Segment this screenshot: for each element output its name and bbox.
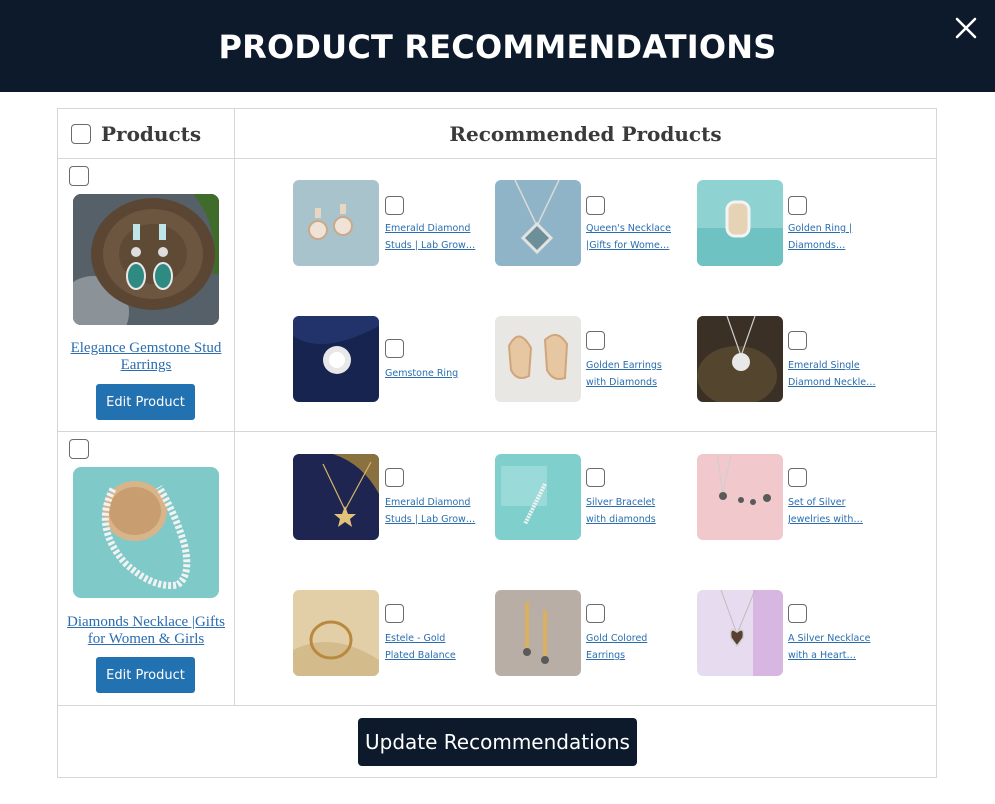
row-divider: [58, 158, 936, 159]
column-divider: [234, 109, 235, 706]
modal-title: PRODUCT RECOMMENDATIONS: [218, 28, 777, 66]
product-image: [73, 467, 219, 598]
recommendation-checkbox[interactable]: [586, 331, 605, 350]
recommendation-image: [697, 454, 783, 540]
recommendation-link[interactable]: Silver Bracelet with diamonds: [586, 494, 678, 528]
recommendation-image: [495, 180, 581, 266]
recommendation-checkbox[interactable]: [788, 331, 807, 350]
recommendation-image: [293, 316, 379, 402]
recommendation-checkbox[interactable]: [788, 604, 807, 623]
product-checkbox[interactable]: [69, 166, 89, 186]
recommendation-checkbox[interactable]: [385, 196, 404, 215]
recommendation-link[interactable]: Golden Earrings with Diamonds: [586, 357, 678, 391]
recommendation-link[interactable]: Set of Silver Jewelries with…: [788, 494, 880, 528]
edit-product-button[interactable]: Edit Product: [96, 657, 195, 693]
recommendation-image: [293, 454, 379, 540]
recommendation-link[interactable]: Emerald Diamond Studs | Lab Grow…: [385, 494, 477, 528]
close-icon: [955, 17, 977, 39]
recommendation-link[interactable]: Golden Ring | Diamonds…: [788, 220, 880, 254]
edit-product-button[interactable]: Edit Product: [96, 384, 195, 420]
products-column-header: Products: [101, 122, 202, 146]
recommendation-checkbox[interactable]: [385, 604, 404, 623]
recommendation-image: [697, 180, 783, 266]
recommendation-link[interactable]: Emerald Diamond Studs | Lab Grow…: [385, 220, 477, 254]
recommended-column-header: Recommended Products: [449, 122, 722, 146]
recommendation-link[interactable]: Gold Colored Earrings: [586, 630, 678, 664]
recommendation-image: [697, 590, 783, 676]
recommendation-image: [495, 590, 581, 676]
recommendation-checkbox[interactable]: [385, 468, 404, 487]
recommendation-link[interactable]: Emerald Single Diamond Neckle…: [788, 357, 880, 391]
recommendation-checkbox[interactable]: [586, 468, 605, 487]
recommendation-image: [293, 590, 379, 676]
recommendation-image: [697, 316, 783, 402]
update-recommendations-button[interactable]: Update Recommendations: [358, 718, 637, 766]
recommendation-checkbox[interactable]: [586, 604, 605, 623]
product-image: [73, 194, 219, 325]
row-divider: [58, 431, 936, 432]
recommendation-checkbox[interactable]: [788, 468, 807, 487]
product-name-link[interactable]: Diamonds Necklace |Gifts for Women & Gir…: [58, 614, 234, 648]
recommendation-image: [495, 454, 581, 540]
recommendation-checkbox[interactable]: [385, 339, 404, 358]
recommendation-link[interactable]: Estele - Gold Plated Balance Cuff…: [385, 630, 477, 664]
recommendation-link[interactable]: A Silver Necklace with a Heart…: [788, 630, 880, 664]
close-button[interactable]: [950, 12, 982, 44]
recommendation-checkbox[interactable]: [788, 196, 807, 215]
recommendation-link[interactable]: Queen's Necklace |Gifts for Wome…: [586, 220, 678, 254]
select-all-checkbox[interactable]: [71, 124, 91, 144]
product-checkbox[interactable]: [69, 439, 89, 459]
recommendation-link[interactable]: Gemstone Ring: [385, 365, 477, 382]
recommendation-image: [495, 316, 581, 402]
recommendations-table: Products Recommended Products Elegance G…: [57, 108, 937, 778]
recommendation-image: [293, 180, 379, 266]
modal-header: PRODUCT RECOMMENDATIONS: [0, 0, 995, 92]
recommendation-checkbox[interactable]: [586, 196, 605, 215]
row-divider: [58, 705, 936, 706]
product-name-link[interactable]: Elegance Gemstone Stud Earrings: [58, 340, 234, 374]
